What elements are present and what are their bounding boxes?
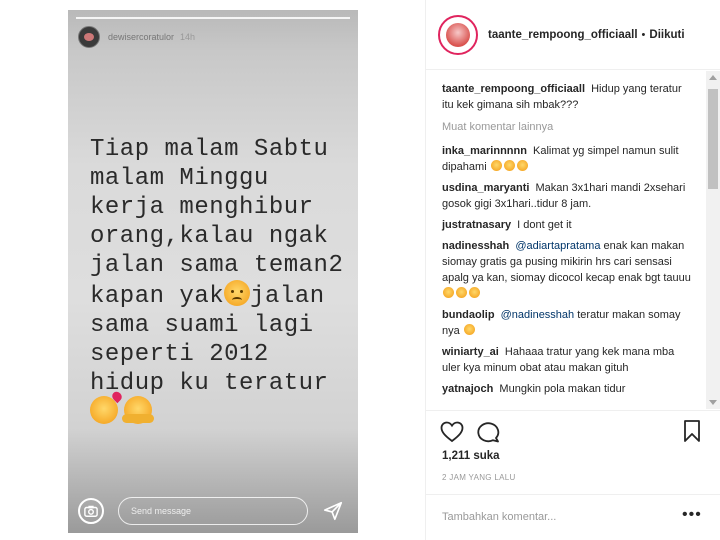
post-caption: taante_rempoong_officiaall Hidup yang te…	[442, 81, 692, 113]
story-avatar[interactable]	[78, 26, 100, 48]
comment-item: usdina_maryanti Makan 3x1hari mandi 2xse…	[442, 180, 692, 212]
comment-mention[interactable]: @nadinesshah	[501, 309, 575, 321]
post-header: taante_rempoong_officiaall • Diikuti	[426, 0, 720, 70]
add-comment-bar: Tambahkan komentar... •••	[426, 494, 720, 540]
heart-icon[interactable]	[440, 421, 464, 443]
comment-item: bundaolip @nadinesshah teratur makan som…	[442, 307, 692, 339]
header-separator: •	[641, 28, 646, 41]
comment-item: nadinesshah @adiartapratama enak kan mak…	[442, 238, 692, 302]
story-reply-bar: Send message	[68, 489, 358, 533]
add-comment-input[interactable]: Tambahkan komentar...	[442, 511, 556, 523]
more-options-icon[interactable]: •••	[682, 506, 702, 524]
laughing-emoji-icon	[456, 287, 467, 298]
comment-item: winiarty_ai Hahaaa tratur yang kek mana …	[442, 344, 692, 376]
comment-icon[interactable]	[476, 421, 500, 443]
owner-avatar[interactable]	[438, 14, 478, 55]
hug-emoji-icon	[122, 396, 154, 424]
sad-emoji-icon	[516, 160, 528, 171]
story-text: Tiap malam Sabtu malam Minggu kerja meng…	[90, 135, 352, 398]
laughing-emoji-icon	[443, 287, 454, 298]
post-time: 2 JAM YANG LALU	[442, 473, 516, 482]
load-more-comments-link[interactable]: Muat komentar lainnya	[442, 119, 692, 135]
comments-scrollbar[interactable]	[706, 71, 720, 409]
comment-username[interactable]: inka_marinnnnn	[442, 145, 527, 157]
caption-username[interactable]: taante_rempoong_officiaall	[442, 83, 585, 95]
comment-username[interactable]: bundaolip	[442, 309, 495, 321]
camera-button[interactable]	[78, 498, 104, 524]
follow-status-button[interactable]: Diikuti	[649, 29, 684, 41]
bookmark-icon[interactable]	[682, 419, 702, 443]
comment-text: I dont get it	[517, 219, 572, 231]
laughing-emoji-icon	[469, 287, 480, 298]
comment-username[interactable]: winiarty_ai	[442, 346, 499, 358]
sad-emoji-icon	[490, 160, 502, 171]
scroll-down-arrow-icon[interactable]	[709, 400, 717, 405]
send-icon[interactable]	[322, 500, 344, 522]
story-username[interactable]: dewisercoratulor	[108, 32, 174, 42]
kiss-emoji-icon	[90, 396, 118, 424]
scroll-up-arrow-icon[interactable]	[709, 75, 717, 80]
owner-username[interactable]: taante_rempoong_officiaall	[488, 29, 638, 41]
story-panel: dewisercoratulor 14h Tiap malam Sabtu ma…	[68, 10, 358, 533]
scroll-thumb[interactable]	[708, 89, 718, 189]
send-message-input[interactable]: Send message	[118, 497, 308, 525]
story-time: 14h	[180, 32, 196, 42]
post-sidebar: taante_rempoong_officiaall • Diikuti taa…	[425, 0, 720, 540]
comment-mention[interactable]: @adiartapratama	[515, 240, 600, 252]
camera-icon	[84, 505, 98, 517]
comment-item: justratnasary I dont get it	[442, 217, 692, 233]
comments-list: taante_rempoong_officiaall Hidup yang te…	[426, 71, 706, 409]
comment-item: inka_marinnnnn Kalimat yg simpel namun s…	[442, 143, 692, 175]
post-actions	[426, 410, 720, 450]
likes-count[interactable]: 1,211 suka	[442, 450, 500, 462]
story-progress-bar	[76, 17, 350, 19]
comment-item: yatnajoch Mungkin pola makan tidur	[442, 381, 692, 397]
sad-sweat-emoji-icon	[224, 280, 251, 306]
comment-username[interactable]: nadinesshah	[442, 240, 509, 252]
comment-text: Mungkin pola makan tidur	[499, 383, 626, 395]
comment-username[interactable]: yatnajoch	[442, 383, 493, 395]
sad-emoji-icon	[503, 160, 515, 171]
story-emoji-row	[90, 396, 154, 424]
grin-emoji-icon	[463, 324, 475, 335]
comment-username[interactable]: usdina_maryanti	[442, 182, 529, 194]
story-header: dewisercoratulor 14h	[78, 26, 195, 48]
comment-username[interactable]: justratnasary	[442, 219, 511, 231]
